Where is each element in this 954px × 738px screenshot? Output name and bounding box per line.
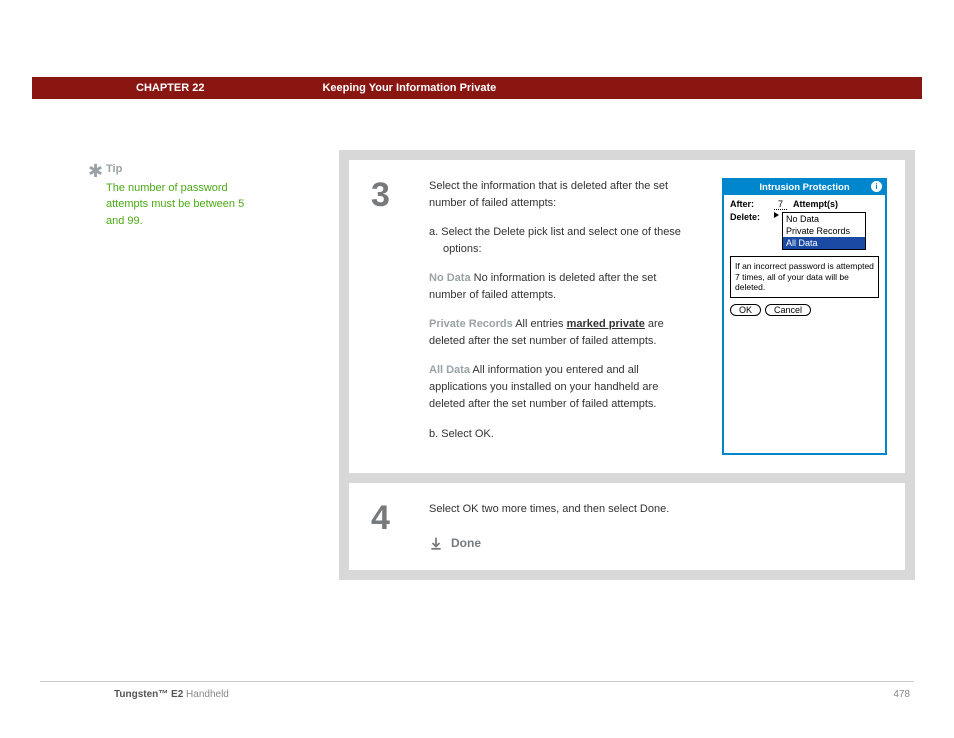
delete-label: Delete:: [730, 212, 774, 222]
ok-button[interactable]: OK: [730, 304, 761, 316]
steps-container: 3 Select the information that is deleted…: [339, 150, 915, 580]
option-all-data[interactable]: All Data: [783, 237, 865, 249]
step-4-text: Select OK two more times, and then selec…: [429, 501, 887, 518]
tip-star-icon: ✱: [88, 158, 103, 185]
intrusion-protection-dialog: Intrusion Protection i After: 7 Attempt(…: [722, 178, 887, 455]
private-records-lead: Private Records: [429, 318, 513, 330]
info-icon[interactable]: i: [871, 181, 882, 192]
step-3: 3 Select the information that is deleted…: [349, 160, 905, 473]
dialog-message: If an incorrect password is attempted 7 …: [730, 256, 879, 298]
private-records-paragraph: Private Records All entries marked priva…: [429, 316, 696, 350]
tip-callout: ✱ Tip The number of password attempts mu…: [106, 161, 261, 229]
footer-rule: [40, 681, 914, 682]
done-label: Done: [451, 534, 481, 553]
private-records-pre: All entries: [513, 318, 567, 330]
done-arrow-icon: [429, 536, 443, 550]
no-data-lead: No Data: [429, 272, 471, 284]
tip-heading: Tip: [106, 161, 261, 178]
delete-dropdown[interactable]: No Data Private Records All Data: [782, 212, 866, 250]
product-rest: Handheld: [183, 689, 229, 700]
all-data-lead: All Data: [429, 364, 470, 376]
footer: Tungsten™ E2 Handheld 478: [114, 689, 910, 700]
step-3-intro: Select the information that is deleted a…: [429, 178, 696, 212]
cancel-button[interactable]: Cancel: [765, 304, 811, 316]
dialog-titlebar: Intrusion Protection i: [724, 180, 885, 195]
chevron-down-icon: [774, 212, 779, 218]
all-data-paragraph: All Data All information you entered and…: [429, 362, 696, 413]
step-4-body: Select OK two more times, and then selec…: [429, 501, 887, 553]
chapter-label: CHAPTER 22: [136, 82, 204, 94]
step-number: 3: [371, 178, 403, 455]
option-private-records[interactable]: Private Records: [783, 225, 865, 237]
tip-text: The number of password attempts must be …: [106, 180, 261, 230]
delete-row: Delete: No Data Private Records All Data: [730, 212, 879, 250]
after-value[interactable]: 7: [774, 199, 787, 210]
page-number: 478: [893, 689, 910, 700]
step-number: 4: [371, 501, 403, 553]
after-row: After: 7 Attempt(s): [730, 199, 879, 210]
after-label: After:: [730, 199, 774, 209]
step-4: 4 Select OK two more times, and then sel…: [349, 483, 905, 571]
done-row: Done: [429, 534, 887, 553]
no-data-paragraph: No Data No information is deleted after …: [429, 270, 696, 304]
step-3-a: a. Select the Delete pick list and selec…: [443, 224, 696, 258]
delete-picklist[interactable]: No Data Private Records All Data: [774, 212, 866, 250]
step-3-body: Select the information that is deleted a…: [429, 178, 696, 455]
chapter-title: Keeping Your Information Private: [322, 82, 496, 94]
step-3-b: b. Select OK.: [443, 426, 696, 443]
product-name: Tungsten™ E2 Handheld: [114, 689, 229, 700]
attempts-label: Attempt(s): [793, 199, 838, 209]
dialog-title: Intrusion Protection: [759, 182, 849, 193]
product-bold: Tungsten™ E2: [114, 689, 183, 700]
option-no-data[interactable]: No Data: [783, 213, 865, 225]
chapter-header: CHAPTER 22 Keeping Your Information Priv…: [32, 77, 922, 99]
marked-private-link[interactable]: marked private: [567, 318, 645, 330]
